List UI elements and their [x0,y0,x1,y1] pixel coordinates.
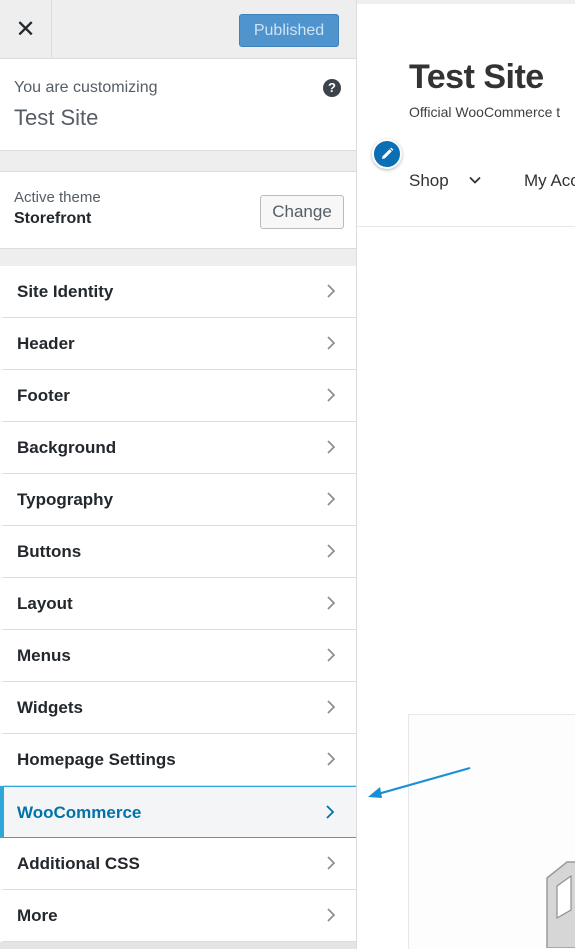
chevron-right-icon [327,544,336,558]
section-item-more[interactable]: More [0,890,356,942]
chevron-right-icon [327,492,336,506]
customizing-label: You are customizing [14,79,158,96]
chevron-right-icon [327,856,336,870]
section-item-label: Typography [17,490,114,509]
section-item-header[interactable]: Header [0,318,356,370]
publish-button[interactable]: Published [239,14,339,47]
chevron-right-icon [327,440,336,454]
change-theme-button[interactable]: Change [260,195,344,229]
section-item-label: Site Identity [17,282,114,301]
sidebar-footer [0,942,356,949]
close-icon: ✕ [15,15,36,43]
chevron-right-icon [327,284,336,298]
section-item-label: Homepage Settings [17,750,176,769]
customizing-site-name: Test Site [14,105,99,130]
section-item-typography[interactable]: Typography [0,474,356,526]
chevron-right-icon [327,752,336,766]
help-icon[interactable]: ? [323,79,341,97]
section-item-footer[interactable]: Footer [0,370,356,422]
chevron-down-icon[interactable] [468,173,482,187]
chevron-right-icon [326,805,335,819]
customizing-info: You are customizing Test Site ? [0,59,356,151]
nav-item-my-account[interactable]: My Acc [524,171,575,191]
chevron-right-icon [327,908,336,922]
section-item-label: Layout [17,594,73,613]
section-item-buttons[interactable]: Buttons [0,526,356,578]
product-placeholder-image [546,861,575,948]
section-item-label: Header [17,334,75,353]
chevron-right-icon [327,596,336,610]
chevron-right-icon [327,648,336,662]
section-item-label: Footer [17,386,70,405]
header-divider [357,226,575,227]
section-item-layout[interactable]: Layout [0,578,356,630]
section-item-homepage-settings[interactable]: Homepage Settings [0,734,356,786]
chevron-right-icon [327,700,336,714]
active-theme-name: Storefront [14,210,92,227]
annotation-arrow-icon [368,766,471,798]
section-item-widgets[interactable]: Widgets [0,682,356,734]
section-item-menus[interactable]: Menus [0,630,356,682]
section-item-label: Background [17,438,117,457]
chevron-right-icon [327,388,336,402]
nav-item-shop[interactable]: Shop [409,171,449,191]
pencil-icon [382,147,394,159]
section-item-site-identity[interactable]: Site Identity [0,266,356,318]
customizer-sidebar: ✕ Published You are customizing Test Sit… [0,0,357,949]
section-item-woocommerce[interactable]: WooCommerce [0,786,356,838]
site-title[interactable]: Test Site [409,58,544,97]
close-button[interactable]: ✕ [0,0,52,58]
chevron-right-icon [327,336,336,350]
section-item-additional-css[interactable]: Additional CSS [0,838,356,890]
site-preview: Test Site Official WooCommerce t Shop My… [357,0,575,949]
active-theme-label: Active theme [14,189,101,206]
section-item-label: Menus [17,646,71,665]
section-item-background[interactable]: Background [0,422,356,474]
section-item-label: Buttons [17,542,82,561]
customizer-sections: Site Identity Header Footer Background Typog… [0,266,356,942]
section-item-label: More [17,906,58,925]
section-item-label: Additional CSS [17,854,140,873]
customizer-header: ✕ Published [0,0,356,59]
preview-top-border [357,0,575,4]
active-theme-panel: Active theme Storefront Change [0,171,356,249]
site-tagline: Official WooCommerce t [409,104,561,120]
section-item-label: WooCommerce [17,803,142,822]
edit-shortcut-button[interactable] [372,139,402,169]
section-item-label: Widgets [17,698,83,717]
